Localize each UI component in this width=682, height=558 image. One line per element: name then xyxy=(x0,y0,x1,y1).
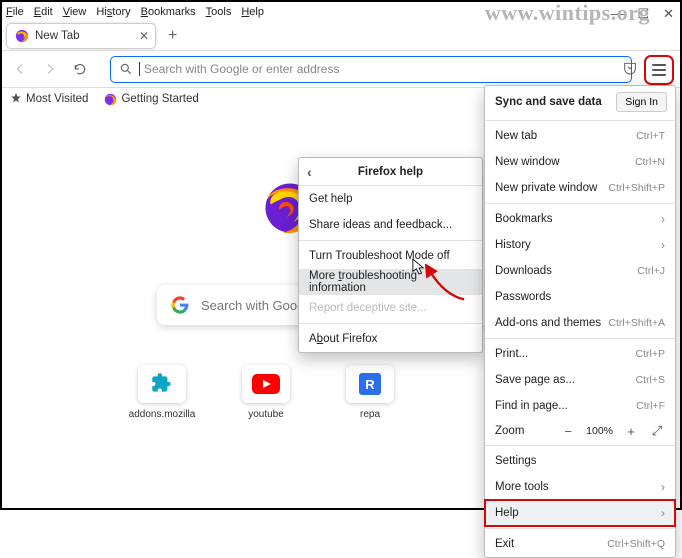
chevron-right-icon: › xyxy=(661,480,665,494)
cursor-icon xyxy=(412,258,426,281)
bookmark-label: Getting Started xyxy=(121,93,198,105)
menu-file[interactable]: File xyxy=(6,6,24,18)
menu-find[interactable]: Find in page...Ctrl+F xyxy=(485,393,675,419)
tab-newtab[interactable]: New Tab ✕ xyxy=(6,23,156,49)
shortcut-youtube[interactable]: youtube xyxy=(236,365,296,420)
maximize-button[interactable]: ☐ xyxy=(637,6,649,22)
menu-addons[interactable]: Add-ons and themesCtrl+Shift+A xyxy=(485,310,675,336)
menu-more-tools[interactable]: More tools› xyxy=(485,474,675,500)
help-get-help[interactable]: Get help xyxy=(299,186,482,212)
help-share-feedback[interactable]: Share ideas and feedback... xyxy=(299,212,482,238)
fullscreen-button[interactable]: ⤢ xyxy=(649,423,665,439)
help-title: Firefox help xyxy=(358,166,423,178)
youtube-icon xyxy=(252,374,280,394)
app-menu-button[interactable] xyxy=(648,59,670,81)
menu-bookmarks[interactable]: Bookmarks› xyxy=(485,206,675,232)
shortcut-repa[interactable]: R repa xyxy=(340,365,400,420)
shortcut-addons[interactable]: addons.mozilla xyxy=(132,365,192,420)
bookmark-getting-started[interactable]: Getting Started xyxy=(104,93,198,106)
minimize-button[interactable]: — xyxy=(610,6,623,22)
shortcut-label: addons.mozilla xyxy=(129,409,196,420)
pocket-button[interactable] xyxy=(622,60,638,81)
menu-exit[interactable]: ExitCtrl+Shift+Q xyxy=(485,531,675,557)
menu-tools[interactable]: Tools xyxy=(206,6,232,18)
star-icon xyxy=(10,92,22,107)
menu-edit[interactable]: Edit xyxy=(34,6,53,18)
tab-strip: New Tab ✕ + xyxy=(2,20,680,50)
puzzle-icon xyxy=(149,371,175,397)
back-button[interactable] xyxy=(10,59,30,79)
urlbar-placeholder: Search with Google or enter address xyxy=(144,62,339,76)
menu-settings[interactable]: Settings xyxy=(485,448,675,474)
zoom-out-button[interactable]: − xyxy=(560,424,576,439)
window-controls: — ☐ ✕ xyxy=(610,6,674,22)
menu-save-page[interactable]: Save page as...Ctrl+S xyxy=(485,367,675,393)
chevron-right-icon: › xyxy=(661,212,665,226)
reload-button[interactable] xyxy=(70,59,90,79)
menu-new-tab[interactable]: New tabCtrl+T xyxy=(485,123,675,149)
menu-history[interactable]: History xyxy=(96,6,130,18)
shortcut-label: youtube xyxy=(248,409,284,420)
menu-passwords[interactable]: Passwords xyxy=(485,284,675,310)
menu-view[interactable]: View xyxy=(63,6,87,18)
chevron-right-icon: › xyxy=(661,506,665,520)
bookmark-label: Most Visited xyxy=(26,93,88,105)
annotation-arrow xyxy=(422,264,468,309)
close-button[interactable]: ✕ xyxy=(663,6,674,22)
zoom-value: 100% xyxy=(586,425,613,437)
search-icon xyxy=(119,62,133,76)
menu-new-private-window[interactable]: New private windowCtrl+Shift+P xyxy=(485,175,675,201)
app-menu: Sync and save data Sign In New tabCtrl+T… xyxy=(484,85,676,558)
menu-zoom: Zoom − 100% + ⤢ xyxy=(485,419,675,443)
new-tab-button[interactable]: + xyxy=(168,27,177,45)
google-icon xyxy=(171,296,189,314)
zoom-in-button[interactable]: + xyxy=(623,424,639,439)
menu-bookmarks[interactable]: Bookmarks xyxy=(141,6,196,18)
tab-title: New Tab xyxy=(35,30,80,42)
menu-new-window[interactable]: New windowCtrl+N xyxy=(485,149,675,175)
bookmark-most-visited[interactable]: Most Visited xyxy=(10,92,88,107)
chevron-right-icon: › xyxy=(661,238,665,252)
close-icon[interactable]: ✕ xyxy=(139,29,149,43)
menu-sync: Sync and save data xyxy=(495,96,602,108)
forward-button[interactable] xyxy=(40,59,60,79)
firefox-icon xyxy=(104,93,117,106)
url-bar[interactable]: Search with Google or enter address xyxy=(110,56,632,83)
menu-print[interactable]: Print...Ctrl+P xyxy=(485,341,675,367)
menu-help[interactable]: Help xyxy=(241,6,264,18)
top-sites: addons.mozilla youtube R repa xyxy=(132,365,400,420)
nav-toolbar: Search with Google or enter address xyxy=(2,51,680,87)
help-submenu: ‹ Firefox help Get help Share ideas and … xyxy=(298,157,483,353)
menu-bar: File Edit View History Bookmarks Tools H… xyxy=(2,2,680,20)
help-about-firefox[interactable]: About Firefox xyxy=(299,326,482,352)
shortcut-label: repa xyxy=(360,409,380,420)
firefox-icon xyxy=(15,29,29,43)
sign-in-button[interactable]: Sign In xyxy=(616,92,667,112)
back-icon[interactable]: ‹ xyxy=(307,164,312,180)
menu-help[interactable]: Help› xyxy=(485,500,675,526)
menu-downloads[interactable]: DownloadsCtrl+J xyxy=(485,258,675,284)
menu-history[interactable]: History› xyxy=(485,232,675,258)
